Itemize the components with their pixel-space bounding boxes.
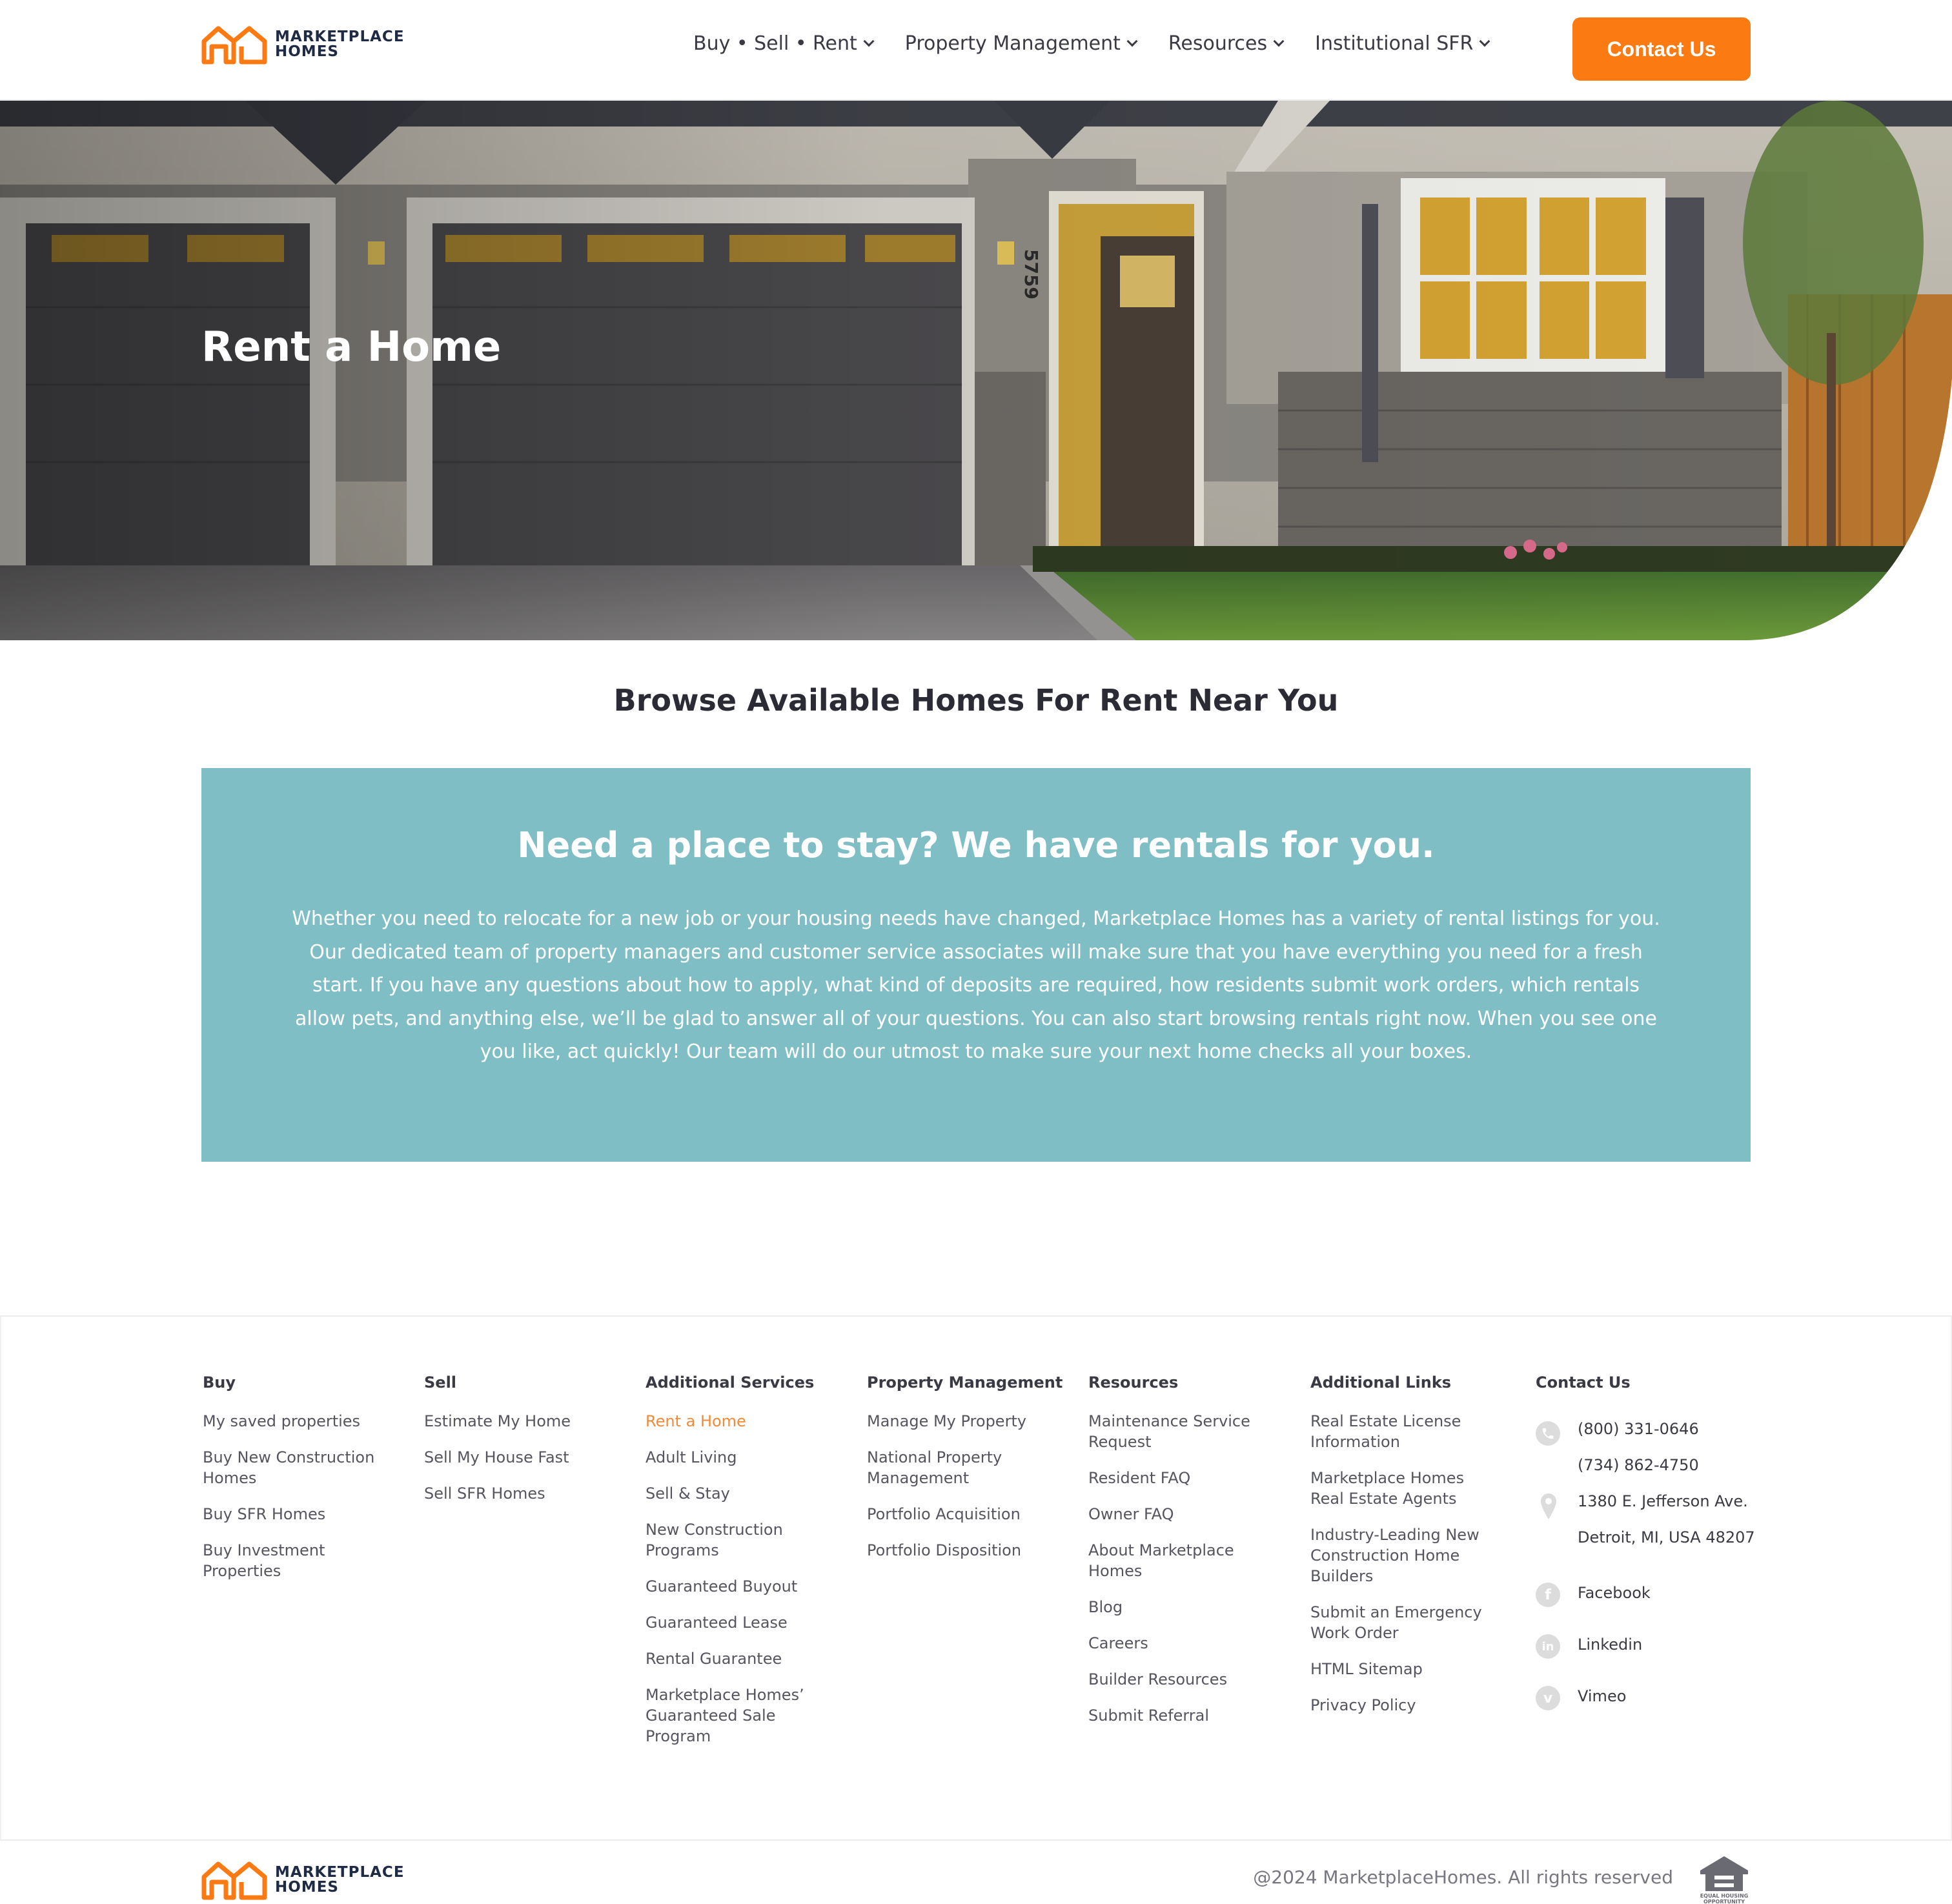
- linkedin-icon[interactable]: in: [1536, 1634, 1560, 1659]
- footer-link[interactable]: Industry-Leading New Construction Home B…: [1310, 1524, 1498, 1586]
- nav-buy-sell-rent[interactable]: Buy • Sell • Rent: [693, 32, 875, 55]
- footer-column-buy: Buy My saved properties Buy New Construc…: [203, 1373, 390, 1597]
- house-logo-icon: [201, 26, 267, 65]
- footer-heading: Sell: [424, 1373, 457, 1392]
- footer-heading: Contact Us: [1536, 1373, 1631, 1392]
- vimeo-icon[interactable]: v: [1536, 1686, 1560, 1710]
- site-footer: Buy My saved properties Buy New Construc…: [0, 1315, 1952, 1839]
- page-title: Rent a Home: [201, 323, 502, 371]
- footer-column-additional-links: Additional Links Real Estate License Inf…: [1310, 1373, 1498, 1731]
- footer-column-property-management: Property Management Manage My Property N…: [867, 1373, 1063, 1576]
- footer-link[interactable]: Guaranteed Buyout: [646, 1576, 820, 1597]
- footer-link[interactable]: About Marketplace Homes: [1088, 1540, 1282, 1581]
- footer-link[interactable]: Sell My House Fast: [424, 1447, 611, 1468]
- linkedin-link[interactable]: Linkedin: [1578, 1636, 1642, 1654]
- chevron-down-icon: [1126, 35, 1138, 46]
- nav-institutional-sfr[interactable]: Institutional SFR: [1315, 32, 1490, 55]
- section-title: Browse Available Homes For Rent Near You: [613, 683, 1339, 718]
- rentals-description: Whether you need to relocate for a new j…: [292, 907, 1660, 1063]
- footer-link[interactable]: Sell & Stay: [646, 1483, 820, 1504]
- svg-text:OPPORTUNITY: OPPORTUNITY: [1703, 1899, 1745, 1904]
- house-logo-icon: [201, 1861, 267, 1900]
- footer-heading: Additional Services: [646, 1373, 815, 1392]
- footer-link[interactable]: Buy Investment Properties: [203, 1540, 390, 1581]
- footer-heading: Resources: [1088, 1373, 1179, 1392]
- footer-link[interactable]: Guaranteed Lease: [646, 1612, 820, 1633]
- footer-column-resources: Resources Maintenance Service Request Re…: [1088, 1373, 1282, 1741]
- footer-link[interactable]: Submit Referral: [1088, 1705, 1282, 1726]
- phone-number-2[interactable]: (734) 862-4750: [1578, 1456, 1699, 1474]
- footer-heading: Buy: [203, 1373, 236, 1392]
- chevron-down-icon: [863, 35, 875, 46]
- footer-link[interactable]: Sell SFR Homes: [424, 1483, 611, 1504]
- logo-wordmark: MARKETPLACE HOMES: [275, 28, 405, 60]
- site-header: MARKETPLACE HOMES Buy • Sell • Rent Prop…: [0, 0, 1952, 101]
- nav-resources[interactable]: Resources: [1168, 32, 1285, 55]
- footer-link[interactable]: Manage My Property: [867, 1411, 1061, 1432]
- footer-link[interactable]: Builder Resources: [1088, 1669, 1282, 1690]
- footer-link[interactable]: My saved properties: [203, 1411, 390, 1432]
- footer-link[interactable]: Marketplace Homes Real Estate Agents: [1310, 1468, 1498, 1509]
- chevron-down-icon: [1273, 35, 1285, 46]
- footer-link[interactable]: New Construction Programs: [646, 1519, 820, 1561]
- footer-link[interactable]: Buy New Construction Homes: [203, 1447, 390, 1488]
- footer-link-active[interactable]: Rent a Home: [646, 1411, 820, 1432]
- footer-link[interactable]: Maintenance Service Request: [1088, 1411, 1282, 1452]
- footer-link[interactable]: National Property Management: [867, 1447, 1061, 1488]
- site-logo[interactable]: MARKETPLACE HOMES: [201, 25, 405, 65]
- footer-link[interactable]: Rental Guarantee: [646, 1648, 820, 1669]
- phone-number-1[interactable]: (800) 331-0646: [1578, 1420, 1699, 1438]
- footer-link[interactable]: Resident FAQ: [1088, 1468, 1282, 1488]
- footer-link[interactable]: Adult Living: [646, 1447, 820, 1468]
- nav-property-management[interactable]: Property Management: [905, 32, 1138, 55]
- logo-wordmark: MARKETPLACE HOMES: [275, 1863, 405, 1896]
- rentals-heading: Need a place to stay? We have rentals fo…: [517, 825, 1435, 866]
- rentals-info-panel: Need a place to stay? We have rentals fo…: [201, 768, 1751, 1162]
- footer-link[interactable]: Portfolio Acquisition: [867, 1504, 1061, 1524]
- footer-link[interactable]: Real Estate License Information: [1310, 1411, 1498, 1452]
- footer-link[interactable]: Portfolio Disposition: [867, 1540, 1061, 1561]
- facebook-icon[interactable]: f: [1536, 1583, 1560, 1607]
- footer-column-additional-services: Additional Services Rent a Home Adult Li…: [646, 1373, 820, 1762]
- footer-link[interactable]: Marketplace Homes’ Guaranteed Sale Progr…: [646, 1685, 820, 1747]
- footer-logo[interactable]: MARKETPLACE HOMES: [201, 1860, 405, 1900]
- chevron-down-icon: [1479, 35, 1490, 46]
- vimeo-link[interactable]: Vimeo: [1578, 1687, 1626, 1705]
- footer-link[interactable]: Buy SFR Homes: [203, 1504, 390, 1524]
- footer-link[interactable]: Careers: [1088, 1633, 1282, 1654]
- footer-column-sell: Sell Estimate My Home Sell My House Fast…: [424, 1373, 611, 1519]
- footer-link[interactable]: HTML Sitemap: [1310, 1659, 1498, 1679]
- footer-column-contact: Contact Us: [1536, 1373, 1755, 1411]
- svg-text:EQUAL HOUSING: EQUAL HOUSING: [1700, 1893, 1749, 1899]
- equal-housing-icon: EQUAL HOUSING OPPORTUNITY: [1700, 1856, 1749, 1904]
- address-line-2: Detroit, MI, USA 48207: [1578, 1528, 1755, 1546]
- footer-bottom-bar: MARKETPLACE HOMES @2024 MarketplaceHomes…: [0, 1839, 1952, 1904]
- main-nav: Buy • Sell • Rent Property Management Re…: [693, 32, 1521, 55]
- footer-link[interactable]: Estimate My Home: [424, 1411, 611, 1432]
- phone-icon: [1536, 1421, 1560, 1446]
- contact-us-button[interactable]: Contact Us: [1572, 17, 1751, 81]
- footer-link[interactable]: Submit an Emergency Work Order: [1310, 1602, 1498, 1643]
- copyright-text: @2024 MarketplaceHomes. All rights reser…: [1253, 1867, 1673, 1888]
- footer-link[interactable]: Owner FAQ: [1088, 1504, 1282, 1524]
- hero-banner: 5759: [0, 101, 1952, 640]
- map-pin-icon: [1541, 1494, 1556, 1522]
- facebook-link[interactable]: Facebook: [1578, 1584, 1651, 1602]
- address-line-1: 1380 E. Jefferson Ave.: [1578, 1492, 1748, 1510]
- footer-link[interactable]: Blog: [1088, 1597, 1282, 1617]
- footer-heading: Property Management: [867, 1373, 1063, 1392]
- footer-heading: Additional Links: [1310, 1373, 1452, 1392]
- footer-link[interactable]: Privacy Policy: [1310, 1695, 1498, 1716]
